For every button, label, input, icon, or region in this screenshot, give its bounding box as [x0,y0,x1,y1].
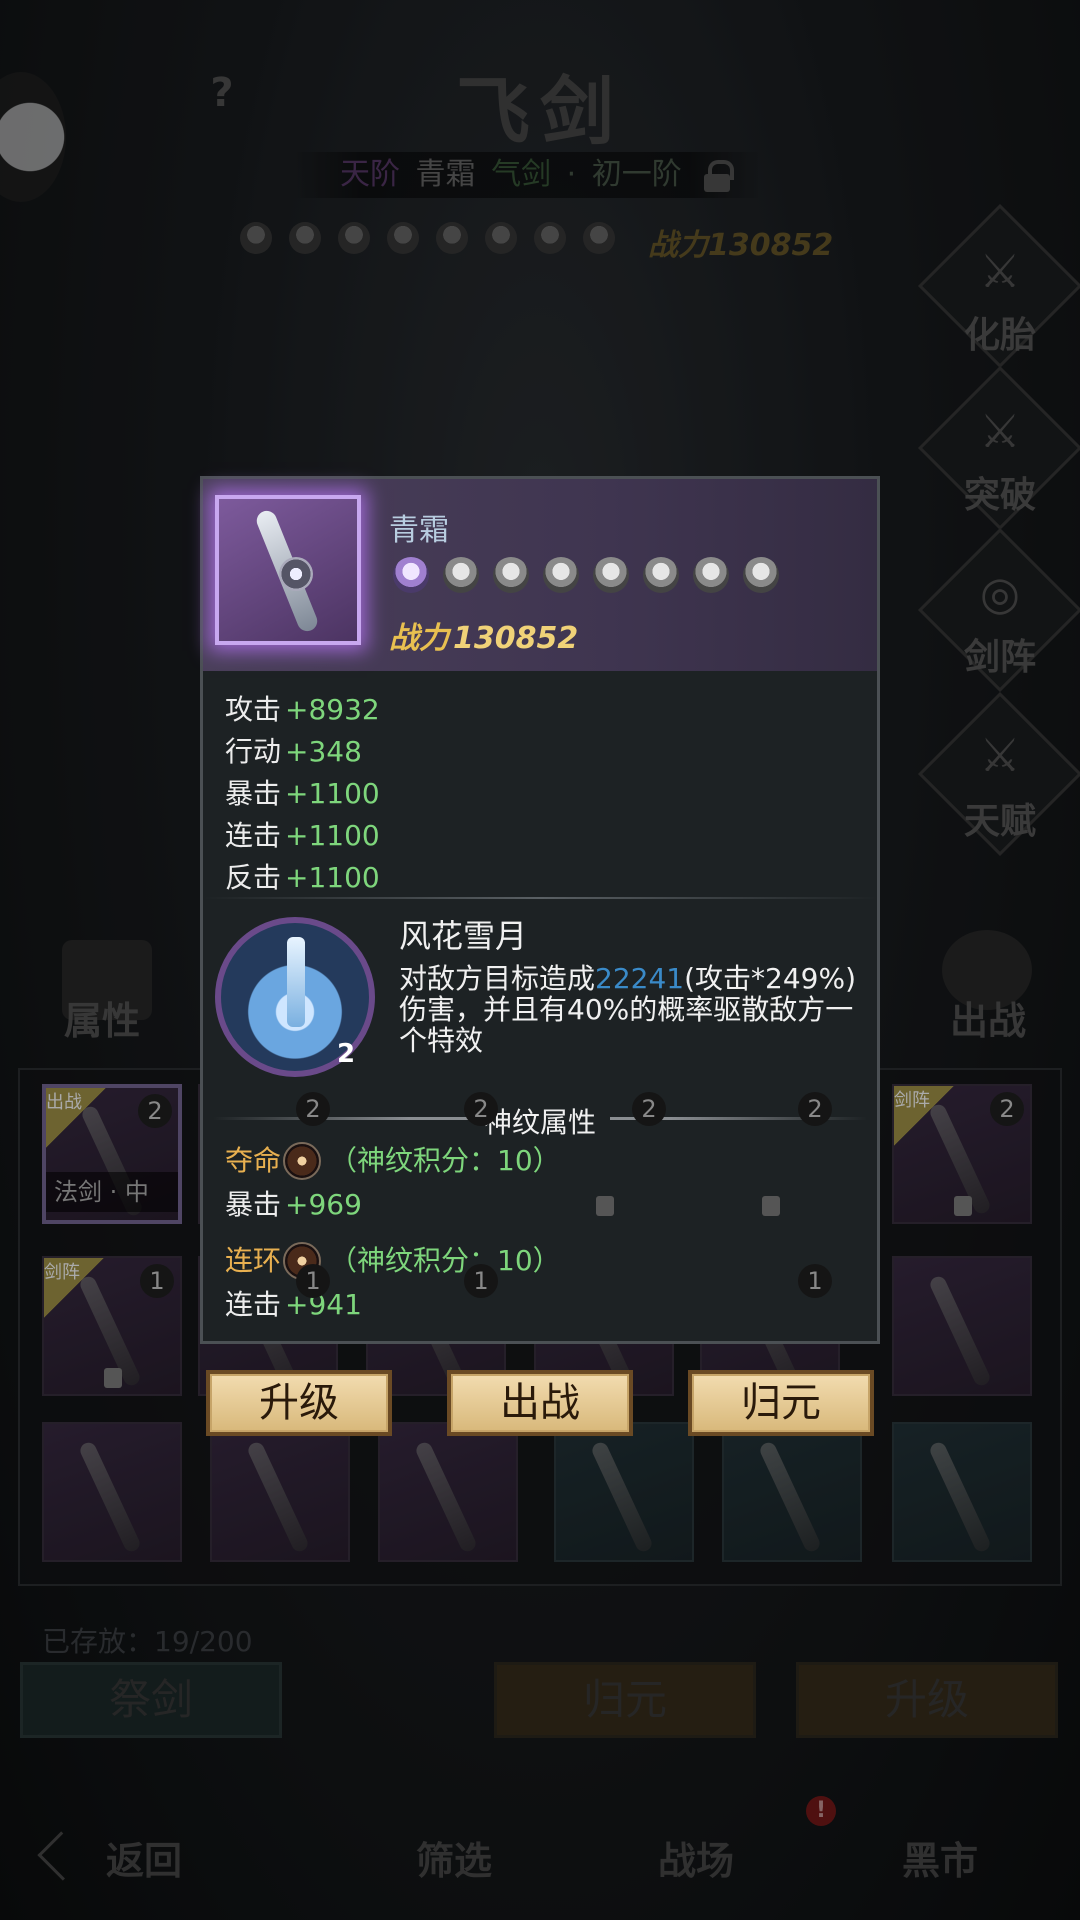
slot-ribbon: 剑阵 [44,1258,104,1318]
stat-speed: 行动 +348 [225,731,380,773]
lock-icon [104,1368,122,1388]
slot-count: 2 [798,1092,832,1126]
rune-entry: 夺命 （神纹积分：10） 暴击 +969 [225,1139,561,1227]
popup-return-button[interactable]: 归元 [688,1370,874,1436]
star-icon [643,557,679,593]
rune-stat: 连击 +941 [225,1283,561,1327]
stat-label: 反击 [225,861,282,894]
star-icon [493,557,529,593]
rune-score: （神纹积分：10） [329,1244,561,1277]
rune-name: 连环 [225,1244,282,1277]
stat-label: 行动 [225,735,282,768]
stat-crit: 暴击 +1100 [225,773,380,815]
ribbon-label: 剑阵 [44,1262,80,1283]
skill-name: 风花雪月 [399,917,528,955]
slot-ribbon: 出战 [46,1088,106,1148]
stat-counter: 反击 +1100 [225,857,380,899]
skill-damage-value: 22241 [595,962,685,995]
skill-desc-text: 对敌方目标造成 [399,962,596,995]
ice-sword-icon [287,937,305,1027]
ribbon-label: 剑阵 [894,1090,930,1111]
ribbon-label: 出战 [46,1092,82,1113]
star-icon [593,557,629,593]
stat-value: +969 [285,1188,362,1221]
rune-score: （神纹积分：10） [329,1144,561,1177]
popup-upgrade-button[interactable]: 升级 [206,1370,392,1436]
divider [203,897,877,899]
stat-value: +8932 [285,693,380,726]
stat-label: 连击 [225,819,282,852]
sword-star-row [393,557,779,593]
star-icon [543,557,579,593]
stat-label: 攻击 [225,693,282,726]
power-value: 130852 [453,621,579,656]
slot-count: 2 [990,1092,1024,1126]
sword-guard-icon [279,557,313,591]
slot-count: 2 [296,1092,330,1126]
popup-deploy-button[interactable]: 出战 [447,1370,633,1436]
sword-item-icon [215,495,361,645]
slot-count: 2 [464,1092,498,1126]
rune-entry: 连环 （神纹积分：10） 连击 +941 [225,1239,561,1327]
slot-count: 2 [632,1092,666,1126]
lock-icon [762,1196,780,1216]
stat-list: 攻击 +8932 行动 +348 暴击 +1100 连击 +1100 反击 +1100 [225,689,380,899]
star-icon [443,557,479,593]
star-icon [693,557,729,593]
rune-icon [283,1142,322,1180]
stat-value: +1100 [285,777,380,810]
stat-label: 暴击 [225,1188,282,1221]
popup-power: 战力 130852 [389,613,578,657]
stat-combo: 连击 +1100 [225,815,380,857]
stat-value: +1100 [285,819,380,852]
slot-ribbon: 剑阵 [894,1086,954,1146]
lock-icon [596,1196,614,1216]
lock-icon [954,1196,972,1216]
slot-count: 2 [138,1094,172,1128]
rune-stat: 暴击 +969 [225,1183,561,1227]
star-icon [743,557,779,593]
stat-attack: 攻击 +8932 [225,689,380,731]
star-icon [393,557,429,593]
slot-count: 1 [464,1264,498,1298]
skill-level: 2 [337,1039,356,1069]
skill-description: 对敌方目标造成22241(攻击*249%)伤害，并且有40%的概率驱散敌方一个特… [399,963,869,1056]
popup-header: 青霜 战力 130852 [203,479,877,671]
stat-value: +1100 [285,861,380,894]
stat-label: 暴击 [225,777,282,810]
slot-count: 1 [140,1264,174,1298]
slot-name: 法剑 · 中 [46,1172,178,1212]
rune-name: 夺命 [225,1144,282,1177]
stat-label: 连击 [225,1288,282,1321]
stat-value: +348 [285,735,362,768]
power-label: 战力 [389,621,449,656]
sword-name: 青霜 [389,513,449,548]
slot-count: 1 [296,1264,330,1298]
slot-count: 1 [798,1264,832,1298]
